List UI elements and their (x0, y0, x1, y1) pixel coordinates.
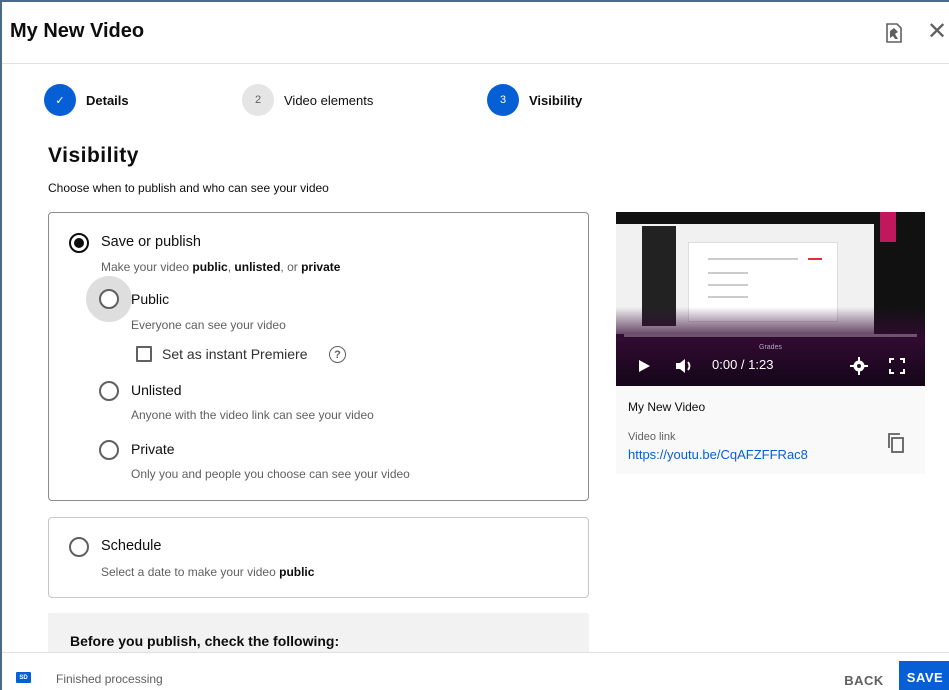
dialog-header: My New Video ✕ (2, 2, 949, 64)
step-video-elements[interactable]: 2 Video elements (242, 83, 373, 117)
video-frame-line (708, 258, 798, 260)
step-label: Details (86, 92, 129, 108)
upload-dialog: My New Video ✕ ✓ Details 2 Video element… (0, 0, 949, 690)
section-title: Visibility (48, 144, 139, 167)
step-number: 3 (487, 84, 519, 116)
back-button[interactable]: BACK (838, 666, 890, 690)
save-or-publish-desc: Make your video public, unlisted, or pri… (101, 260, 341, 274)
save-or-publish-label: Save or publish (101, 234, 201, 250)
volume-icon[interactable] (674, 357, 694, 375)
video-frame-line (808, 258, 822, 260)
schedule-card: Schedule Select a date to make your vide… (48, 517, 589, 598)
private-desc: Only you and people you choose can see y… (131, 467, 410, 481)
player-progress-bar[interactable] (624, 334, 917, 337)
player-overlay-text: Grades (759, 344, 782, 351)
checklist-title: Before you publish, check the following: (70, 633, 340, 649)
unlisted-desc: Anyone with the video link can see your … (131, 408, 374, 422)
save-button[interactable]: SAVE (899, 661, 949, 690)
dialog-title: My New Video (10, 20, 145, 42)
public-label: Public (131, 291, 170, 307)
stepper: ✓ Details 2 Video elements 3 Visibility (44, 83, 604, 117)
video-frame-pink-bar (880, 212, 896, 242)
step-number: 2 (242, 84, 274, 116)
help-icon[interactable]: ? (329, 346, 346, 363)
step-label: Visibility (529, 92, 583, 108)
schedule-desc: Select a date to make your video public (101, 565, 315, 579)
sd-badge-icon: SD (16, 672, 31, 683)
public-desc: Everyone can see your video (131, 318, 286, 332)
copy-icon[interactable] (887, 433, 905, 453)
video-link[interactable]: https://youtu.be/CqAFZFFRac8 (628, 447, 808, 462)
section-subtitle: Choose when to publish and who can see y… (48, 181, 329, 195)
video-frame-line (708, 284, 748, 286)
video-preview-panel: Grades 0:00 / 1:23 My New Video Video li… (616, 212, 925, 474)
preview-video-title: My New Video (628, 400, 706, 414)
dialog-footer: SD Finished processing BACK SAVE (2, 652, 949, 690)
public-radio[interactable] (99, 289, 119, 309)
video-link-label: Video link (628, 431, 676, 443)
save-or-publish-card: Save or publish Make your video public, … (48, 212, 589, 501)
private-radio[interactable] (99, 440, 119, 460)
instant-premiere-checkbox[interactable] (136, 346, 152, 362)
prepublish-checklist: Before you publish, check the following: (48, 613, 589, 652)
save-or-publish-radio[interactable] (69, 233, 89, 253)
schedule-radio[interactable] (69, 537, 89, 557)
video-frame-line (708, 296, 748, 298)
private-label: Private (131, 441, 175, 457)
schedule-label: Schedule (101, 538, 162, 554)
processing-status: Finished processing (56, 672, 163, 686)
feedback-icon[interactable] (884, 22, 904, 44)
step-details[interactable]: ✓ Details (44, 83, 129, 117)
fullscreen-icon[interactable] (889, 358, 905, 374)
video-frame-line (708, 272, 748, 274)
step-check-icon: ✓ (44, 84, 76, 116)
video-player[interactable]: Grades 0:00 / 1:23 (616, 212, 925, 386)
play-icon[interactable] (636, 358, 652, 374)
step-label: Video elements (284, 92, 374, 108)
player-time: 0:00 / 1:23 (712, 357, 774, 372)
close-icon[interactable]: ✕ (926, 20, 948, 44)
instant-premiere-label: Set as instant Premiere (162, 346, 308, 362)
settings-icon[interactable] (850, 357, 868, 375)
step-visibility[interactable]: 3 Visibility (487, 83, 582, 117)
unlisted-radio[interactable] (99, 381, 119, 401)
unlisted-label: Unlisted (131, 382, 182, 398)
